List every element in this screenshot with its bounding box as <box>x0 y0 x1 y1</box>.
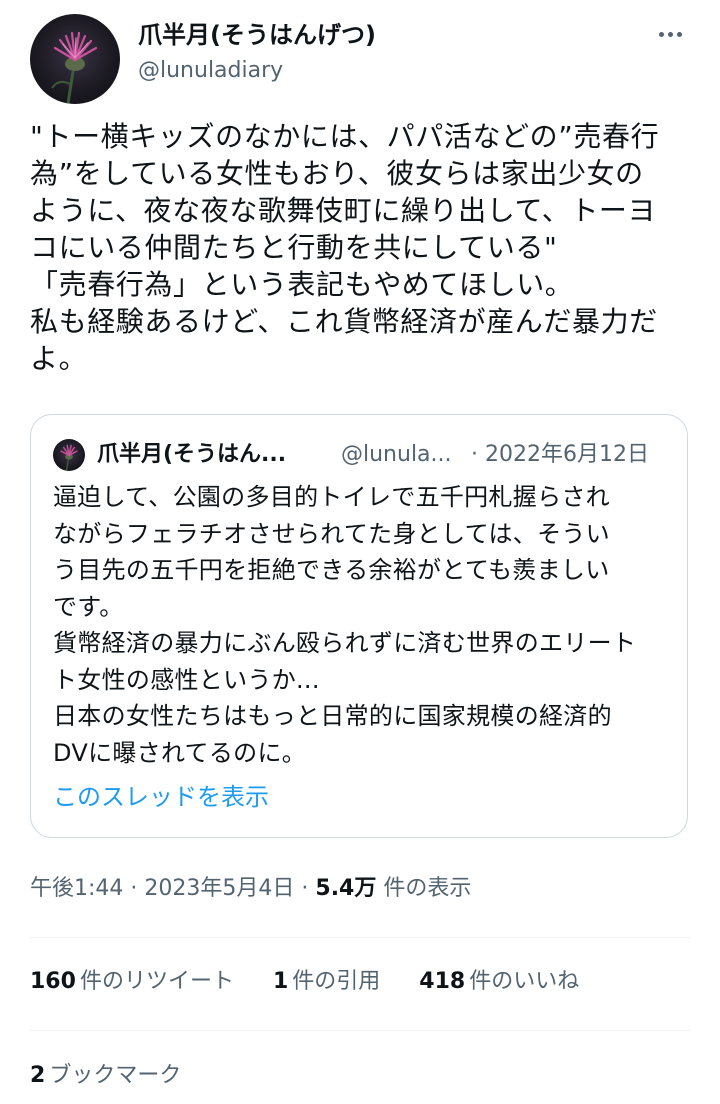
quoted-tweet-text: 逼迫して、公園の多目的トイレで五千円札握らされ ながらフェラチオさせられてた身と… <box>53 479 673 771</box>
quoted-tweet-line: ながらフェラチオさせられてた身としては、そうい <box>53 519 610 548</box>
engagement-stats: 160 件のリツイート 1 件の引用 418 件のいいね <box>30 964 611 1000</box>
likes-count: 418 <box>419 969 466 994</box>
divider <box>30 1030 690 1031</box>
quoted-tweet-line: です。 <box>53 592 124 621</box>
quoted-tweet-line: う目先の五千円を拒絶できる余裕がとても羨ましい <box>53 556 610 584</box>
more-horizontal-icon-dot <box>676 31 682 37</box>
more-options-button[interactable] <box>652 20 688 48</box>
quoted-tweet-line: DVに曝されてるのに。 <box>53 738 307 767</box>
quoted-tweet-line: 逼迫して、公園の多目的トイレで五千円札握らされ <box>53 483 610 511</box>
tweet-line: 私も経験あるけど、これ貨幣経済が産んだ暴力だ <box>30 305 658 338</box>
quoted-tweet-line: ト女性の感性というか... <box>53 665 320 694</box>
meta-separator: · <box>130 876 138 901</box>
quotes-label: 件の引用 <box>292 969 381 994</box>
author-handle[interactable]: @lunuladiary <box>138 54 376 88</box>
meta-separator: · <box>301 876 309 901</box>
views-count: 5.4万 <box>315 876 377 901</box>
quoted-tweet-line: 日本の女性たちはもっと日常的に国家規模の経済的 <box>53 702 612 730</box>
tweet-line: コにいる仲間たちと行動を共にしている" <box>30 231 558 264</box>
quoted-tweet-header: 爪半月(そうはん... @lunula... · 2022年6月12日 <box>53 437 673 473</box>
tweet-line: 為”をしている女性もおり、彼女らは家出少女の <box>30 157 644 190</box>
tweet-time[interactable]: 午後1:44 <box>30 876 123 901</box>
retweets-label: 件のリツイート <box>79 969 234 994</box>
show-thread-link[interactable]: このスレッドを表示 <box>53 779 269 815</box>
more-horizontal-icon-dot <box>667 31 673 37</box>
more-horizontal-icon <box>658 31 664 37</box>
tweet-line: よ。 <box>30 342 88 375</box>
quoted-tweet-line: 貨幣経済の暴力にぶん殴られずに済む世界のエリート <box>53 629 637 657</box>
tweet-date[interactable]: 2023年5月4日 <box>144 876 294 901</box>
quotes-stat[interactable]: 1 件の引用 <box>273 964 380 1000</box>
tweet-text: "トー横キッズのなかには、パパ活などの”売春行 為”をしている女性もおり、彼女ら… <box>30 118 700 377</box>
divider <box>30 937 690 938</box>
views-label: 件の表示 <box>383 876 472 901</box>
tweet-line: ように、夜な夜な歌舞伎町に繰り出して、トーヨ <box>30 194 657 227</box>
tweet-header: 爪半月(そうはんげつ) @lunuladiary <box>30 14 690 104</box>
likes-stat[interactable]: 418 件のいいね <box>419 964 579 1000</box>
retweets-count: 160 <box>30 969 76 994</box>
thistle-flower-icon <box>60 444 78 471</box>
bookmarks-count: 2 <box>30 1063 46 1088</box>
quoted-tweet-date: · 2022年6月12日 <box>471 442 649 467</box>
bookmarks-label: ブックマーク <box>49 1063 182 1088</box>
retweets-stat[interactable]: 160 件のリツイート <box>30 964 234 1000</box>
tweet-metadata: 午後1:44 · 2023年5月4日 · 5.4万 件の表示 <box>30 872 471 906</box>
tweet-line: "トー横キッズのなかには、パパ活などの”売春行 <box>30 120 660 153</box>
likes-label: 件のいいね <box>469 969 580 994</box>
author-display-name[interactable]: 爪半月(そうはんげつ) <box>138 18 376 52</box>
quotes-count: 1 <box>272 969 289 994</box>
tweet-line: 「売春行為」という表記もやめてほしい。 <box>30 268 574 301</box>
quoted-author-avatar <box>53 439 85 471</box>
quoted-tweet[interactable]: 爪半月(そうはん... @lunula... · 2022年6月12日 逼迫して… <box>30 414 688 838</box>
quoted-author-handle: @lunula... <box>341 442 452 467</box>
quoted-author-display-name: 爪半月(そうはん... <box>97 442 287 467</box>
thistle-flower-icon <box>51 31 98 104</box>
author-avatar[interactable] <box>30 14 120 104</box>
bookmarks-stat[interactable]: 2 ブックマーク <box>30 1058 181 1094</box>
